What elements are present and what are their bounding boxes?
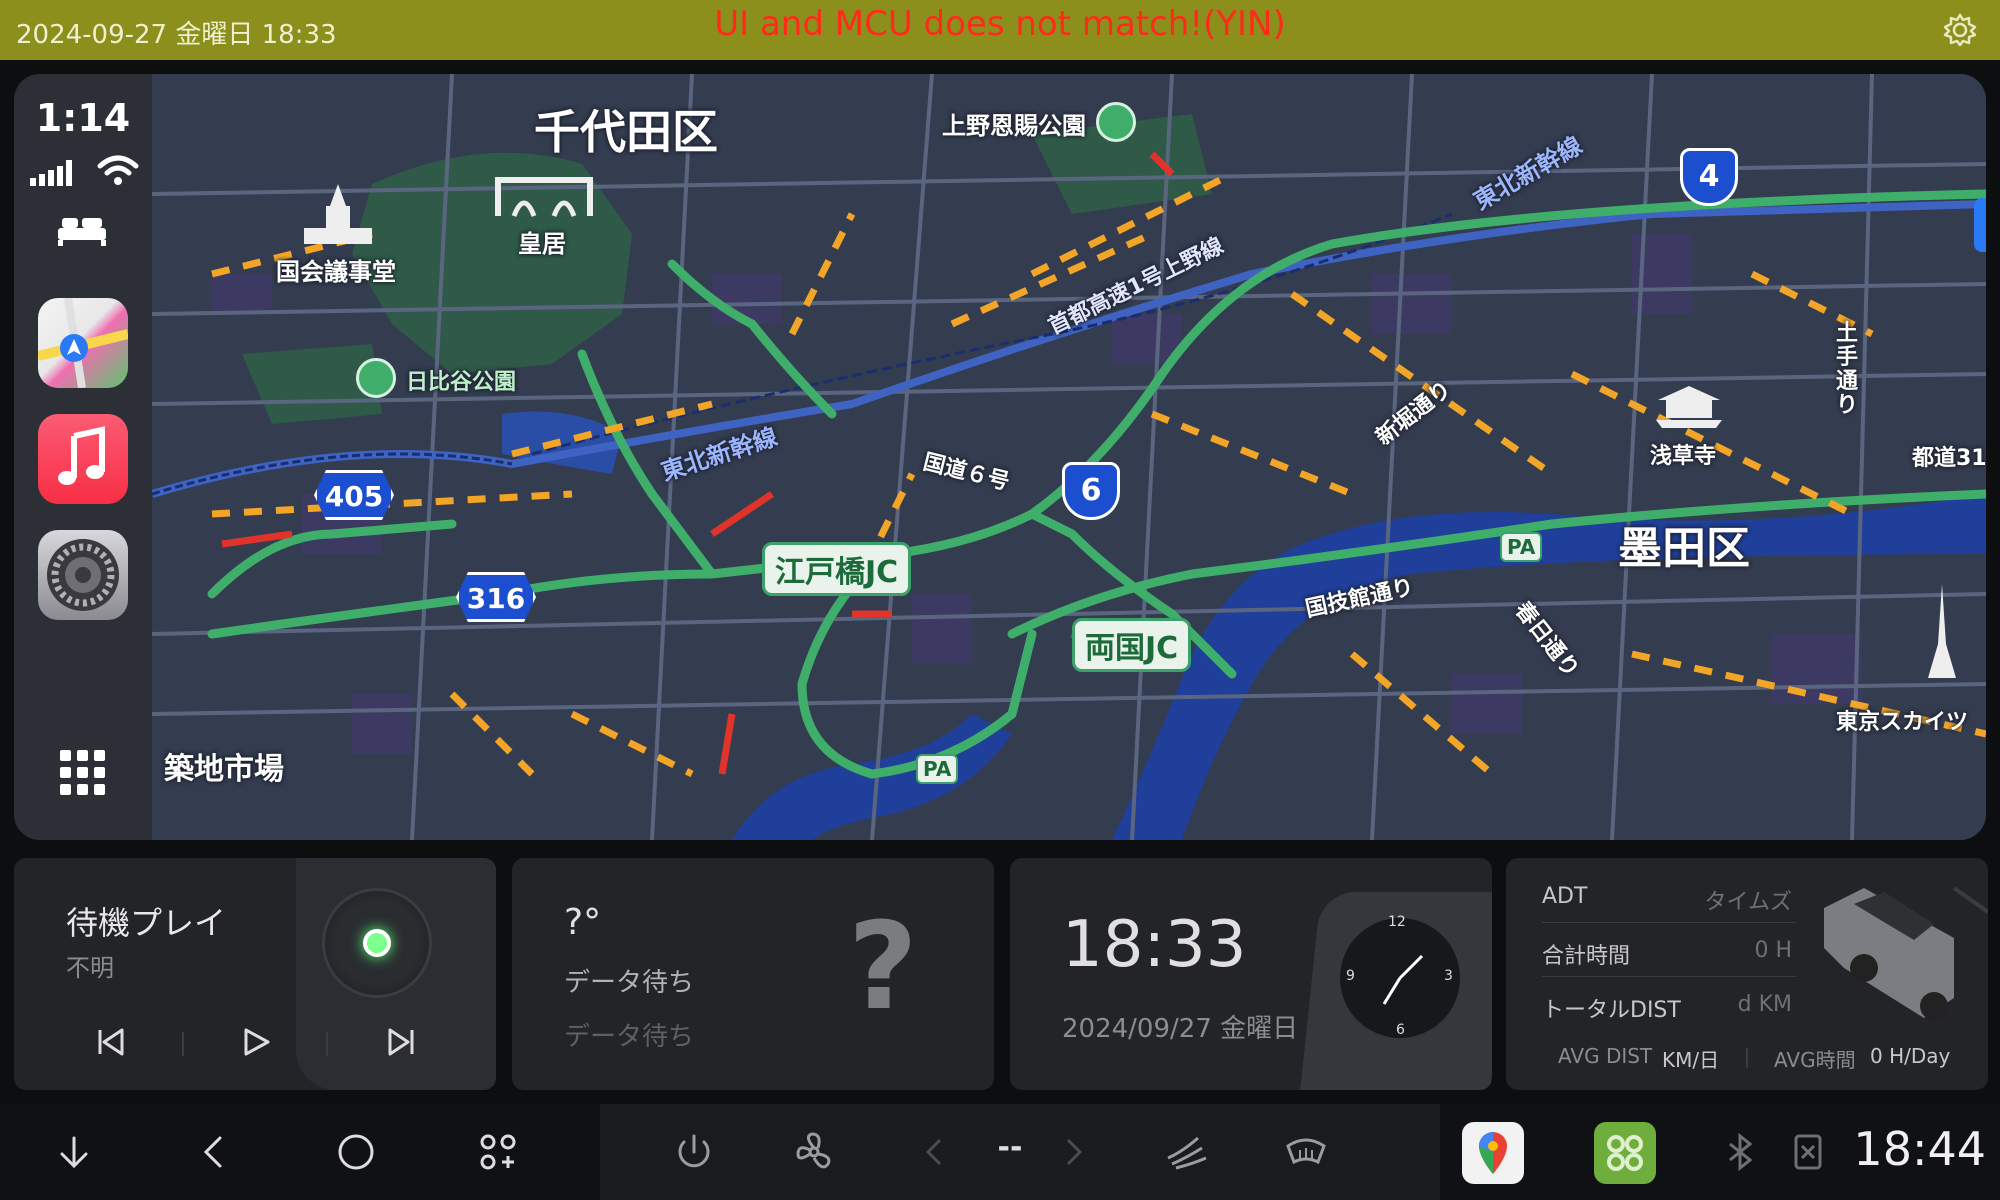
analog-clock: 12 3 6 9: [1340, 914, 1460, 1038]
clock-date: 2024/09/27 金曜日: [1062, 1014, 1299, 1044]
airflow-icon[interactable]: [1162, 1128, 1210, 1176]
park-pin-icon: [356, 358, 396, 398]
gear-icon[interactable]: [1942, 12, 1978, 48]
weather-detail: データ待ち: [564, 1022, 695, 1052]
trip-header-left: ADT: [1542, 884, 1588, 909]
media-widget[interactable]: 待機プレイ 不明: [14, 858, 496, 1090]
carplay-time: 1:14: [35, 96, 131, 140]
temp-decrease-icon[interactable]: [910, 1128, 958, 1176]
clock-widget[interactable]: 18:33 2024/09/27 金曜日 12 3 6 9: [1010, 858, 1492, 1090]
collapse-down-icon[interactable]: [50, 1128, 98, 1176]
album-disc: [322, 888, 432, 998]
google-maps-app-icon[interactable]: [1462, 1122, 1524, 1184]
bluetooth-icon[interactable]: [1716, 1128, 1764, 1176]
label-ueno-park: 上野恩賜公園: [942, 112, 1086, 140]
carplay-screen: 1:14 千代田区 上野恩賜公園 国会議事堂 皇居 日比谷公園 首都高速1号上野…: [14, 74, 1986, 840]
now-playing-dot: [363, 929, 391, 957]
system-clock: 18:44: [1853, 1122, 1986, 1176]
trip-widget[interactable]: ADT タイムズ 合計時間 0 H トータルDIST d KM AVG DIST…: [1506, 858, 1988, 1090]
wifi-icon: [97, 155, 139, 185]
navigation-map[interactable]: 千代田区 上野恩賜公園 国会議事堂 皇居 日比谷公園 首都高速1号上野線 東北新…: [152, 74, 1986, 840]
no-signal-icon: [1784, 1128, 1832, 1176]
settings-app-icon[interactable]: [38, 530, 128, 620]
label-tokyo-skytree: 東京スカイツ: [1836, 710, 1969, 735]
trip-row-label: トータルDIST: [1542, 998, 1681, 1023]
mismatch-warning: UI and MCU does not match!(YIN): [714, 4, 1286, 44]
carplay-sidebar: 1:14: [14, 74, 152, 840]
label-kokkai: 国会議事堂: [276, 258, 396, 286]
weather-unknown-icon: ?: [848, 898, 918, 1037]
label-chiyoda: 千代田区: [534, 105, 718, 159]
route-shield-405: 405: [314, 470, 394, 520]
label-hibiya-park: 日比谷公園: [406, 370, 517, 395]
trip-row-value: 0 H: [1754, 938, 1792, 963]
avg-dist-label: AVG DIST: [1558, 1044, 1653, 1068]
clock-time: 18:33: [1062, 908, 1247, 982]
trip-row-label: 合計時間: [1542, 944, 1631, 969]
label-dote: 土手通り: [1836, 321, 1859, 418]
skytree-icon: [1928, 584, 1956, 678]
media-title: 待機プレイ: [66, 904, 227, 942]
signal-icon: [30, 160, 72, 186]
trip-header-right: タイムズ: [1704, 890, 1792, 915]
route-shield-6: 6: [1062, 462, 1120, 520]
label-kokyo: 皇居: [518, 230, 566, 258]
car-image: [1824, 886, 1988, 1020]
avg-dist-value: KM/日: [1662, 1048, 1720, 1072]
back-icon[interactable]: [190, 1128, 238, 1176]
temple-icon: [1656, 386, 1722, 428]
play-icon[interactable]: [240, 1026, 272, 1058]
previous-track-icon[interactable]: [94, 1026, 126, 1058]
next-track-icon[interactable]: [386, 1026, 418, 1058]
label-tsukiji: 築地市場: [164, 752, 284, 787]
map-edge-tab[interactable]: [1974, 198, 1986, 252]
clock-hands: [1382, 954, 1424, 1005]
label-sumida: 墨田区: [1618, 523, 1750, 574]
capitol-icon: [304, 184, 372, 244]
route-shield-4: 4: [1680, 148, 1738, 206]
climate-temp-value: --: [997, 1130, 1023, 1165]
music-app-icon[interactable]: [38, 414, 128, 504]
palace-gate-icon: [495, 177, 593, 217]
app-launcher-icon[interactable]: [1594, 1122, 1656, 1184]
label-todo31: 都道31: [1912, 446, 1986, 471]
power-icon[interactable]: [670, 1128, 718, 1176]
sleep-mode-icon: [58, 218, 106, 246]
home-icon[interactable]: [332, 1128, 380, 1176]
junction-edobashi: 江戸橋JC: [762, 542, 912, 596]
apps-plus-icon[interactable]: [474, 1128, 522, 1176]
avg-time-label: AVG時間: [1774, 1048, 1856, 1072]
park-pin-icon: [1096, 102, 1136, 142]
bottom-navbar: -- 18:44: [0, 1104, 2000, 1200]
maps-app-icon[interactable]: [36, 297, 130, 389]
parking-area-badge: PA: [916, 754, 959, 784]
weather-widget[interactable]: ?° データ待ち データ待ち ?: [512, 858, 994, 1090]
status-bar: 2024-09-27 金曜日 18:33 UI and MCU does not…: [0, 0, 2000, 60]
junction-ryogoku: 両国JC: [1072, 618, 1192, 672]
label-asakusa: 浅草寺: [1650, 444, 1717, 469]
media-subtitle: 不明: [66, 954, 114, 982]
route-shield-316: 316: [456, 572, 536, 622]
defrost-icon[interactable]: [1282, 1128, 1330, 1176]
parking-area-badge: PA: [1500, 532, 1543, 562]
trip-row-value: d KM: [1737, 992, 1792, 1017]
avg-time-value: 0 H/Day: [1870, 1044, 1951, 1068]
app-grid-icon[interactable]: [60, 750, 106, 796]
weather-status: データ待ち: [564, 968, 695, 998]
temp-increase-icon[interactable]: [1050, 1128, 1098, 1176]
weather-temp: ?°: [564, 902, 602, 943]
fan-icon[interactable]: [790, 1128, 838, 1176]
